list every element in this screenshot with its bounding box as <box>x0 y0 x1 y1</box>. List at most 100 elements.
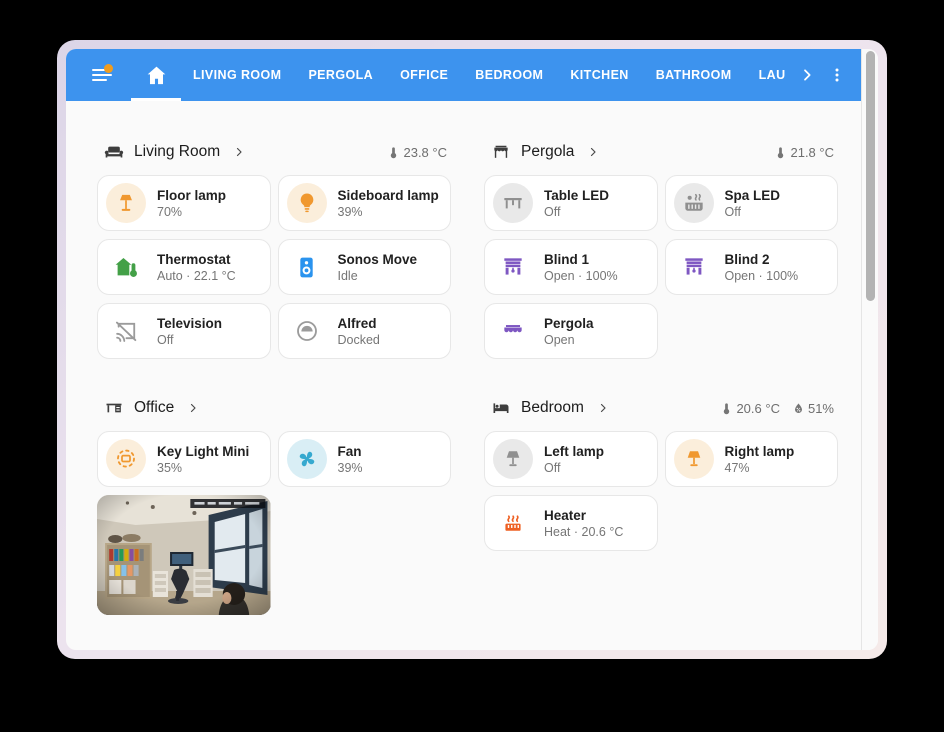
floor-lamp-icon[interactable] <box>106 183 146 223</box>
entity-name: Table LED <box>544 187 609 204</box>
sofa-icon <box>104 142 124 162</box>
tab-bathroom[interactable]: BATHROOM <box>656 68 732 82</box>
section-living-room: Living Room 23.8 °C <box>97 139 451 359</box>
dashboard-content: Living Room 23.8 °C <box>66 101 862 650</box>
tile-fan[interactable]: Fan39% <box>278 431 452 487</box>
sidebar-menu-icon[interactable] <box>92 64 114 86</box>
thermometer-icon <box>720 402 733 415</box>
tab-laundry-truncated[interactable]: LAU <box>759 68 786 82</box>
chevron-right-icon <box>587 146 599 158</box>
tab-bedroom[interactable]: BEDROOM <box>475 68 543 82</box>
tv-off-icon[interactable] <box>106 311 146 351</box>
section-header-pergola[interactable]: Pergola 21.8 °C <box>484 139 838 165</box>
tile-right-lamp[interactable]: Right lamp47% <box>665 431 839 487</box>
tile-television[interactable]: TelevisionOff <box>97 303 271 359</box>
tab-home-active[interactable] <box>131 49 181 101</box>
tab-living-room[interactable]: LIVING ROOM <box>193 68 281 82</box>
entity-status: Off <box>725 204 781 220</box>
tile-blind-2[interactable]: Blind 2Open · 100% <box>665 239 839 295</box>
entity-status: Idle <box>338 268 418 284</box>
office-camera-feed[interactable] <box>97 495 271 615</box>
tile-sideboard-lamp[interactable]: Sideboard lamp39% <box>278 175 452 231</box>
entity-status: Off <box>157 332 222 348</box>
notification-badge <box>104 64 113 73</box>
entity-name: Key Light Mini <box>157 443 249 460</box>
tile-blind-1[interactable]: Blind 1Open · 100% <box>484 239 658 295</box>
tile-sonos-move[interactable]: Sonos MoveIdle <box>278 239 452 295</box>
overflow-menu-icon[interactable] <box>820 58 854 92</box>
tab-office[interactable]: OFFICE <box>400 68 448 82</box>
tabs-scroll-right-icon[interactable] <box>799 67 815 83</box>
temperature-reading: 20.6 °C <box>720 401 780 416</box>
entity-name: Sonos Move <box>338 251 418 268</box>
section-pergola: Pergola 21.8 °C <box>484 139 838 359</box>
entity-status: Off <box>544 204 609 220</box>
view-tabs: LIVING ROOM PERGOLA OFFICE BEDROOM KITCH… <box>193 67 815 83</box>
tile-alfred-vacuum[interactable]: AlfredDocked <box>278 303 452 359</box>
radiator-icon[interactable] <box>493 503 533 543</box>
humidity-reading: 51% <box>792 401 834 416</box>
entity-name: Heater <box>544 507 623 524</box>
robot-vacuum-icon[interactable] <box>287 311 327 351</box>
tile-left-lamp[interactable]: Left lampOff <box>484 431 658 487</box>
entity-name: Sideboard lamp <box>338 187 439 204</box>
tile-pergola-cover[interactable]: PergolaOpen <box>484 303 658 359</box>
chevron-right-icon <box>187 402 199 414</box>
home-icon <box>145 64 168 87</box>
section-title: Living Room <box>134 143 220 161</box>
entity-name: Alfred <box>338 315 380 332</box>
scrollbar-track <box>861 49 878 650</box>
entity-status: 70% <box>157 204 226 220</box>
tile-key-light-mini[interactable]: Key Light Mini35% <box>97 431 271 487</box>
entity-name: Blind 1 <box>544 251 618 268</box>
entity-name: Television <box>157 315 222 332</box>
tile-floor-lamp[interactable]: Floor lamp70% <box>97 175 271 231</box>
entity-name: Pergola <box>544 315 594 332</box>
section-header-office[interactable]: Office <box>97 395 451 421</box>
entity-status: Docked <box>338 332 380 348</box>
entity-status: Open · 100% <box>725 268 799 284</box>
speaker-icon[interactable] <box>287 247 327 287</box>
entity-status: Off <box>544 460 604 476</box>
section-title: Office <box>134 399 174 417</box>
entity-status: 39% <box>338 460 363 476</box>
tile-thermostat[interactable]: ThermostatAuto · 22.1 °C <box>97 239 271 295</box>
section-header-bedroom[interactable]: Bedroom 20.6 °C <box>484 395 838 421</box>
led-panel-icon[interactable] <box>106 439 146 479</box>
camera-snapshot-image <box>97 495 271 615</box>
app-header: LIVING ROOM PERGOLA OFFICE BEDROOM KITCH… <box>66 49 862 101</box>
blinds-icon[interactable] <box>674 247 714 287</box>
section-bedroom: Bedroom 20.6 °C <box>484 395 838 615</box>
thermometer-icon <box>387 146 400 159</box>
scrollbar-thumb[interactable] <box>866 51 875 301</box>
bedside-lamp-icon[interactable] <box>493 439 533 479</box>
entity-status: Auto · 22.1 °C <box>157 268 236 284</box>
section-office: Office Key Light Mini35% <box>97 395 451 615</box>
entity-name: Fan <box>338 443 363 460</box>
fan-icon[interactable] <box>287 439 327 479</box>
entity-name: Left lamp <box>544 443 604 460</box>
awning-icon <box>491 142 511 162</box>
app-window-frame: LIVING ROOM PERGOLA OFFICE BEDROOM KITCH… <box>57 40 887 659</box>
awning-icon[interactable] <box>493 311 533 351</box>
tile-heater[interactable]: HeaterHeat · 20.6 °C <box>484 495 658 551</box>
bedside-lamp-icon[interactable] <box>674 439 714 479</box>
entity-status: 47% <box>725 460 795 476</box>
entity-name: Spa LED <box>725 187 781 204</box>
home-thermometer-icon[interactable] <box>106 247 146 287</box>
lightbulb-icon[interactable] <box>287 183 327 223</box>
section-header-living-room[interactable]: Living Room 23.8 °C <box>97 139 451 165</box>
tile-table-led[interactable]: Table LEDOff <box>484 175 658 231</box>
tab-kitchen[interactable]: KITCHEN <box>570 68 628 82</box>
section-title: Pergola <box>521 143 574 161</box>
section-title: Bedroom <box>521 399 584 417</box>
entity-name: Blind 2 <box>725 251 799 268</box>
humidity-icon <box>792 402 805 415</box>
tile-spa-led[interactable]: Spa LEDOff <box>665 175 839 231</box>
blinds-icon[interactable] <box>493 247 533 287</box>
tab-pergola[interactable]: PERGOLA <box>308 68 373 82</box>
temperature-reading: 21.8 °C <box>774 145 834 160</box>
hot-tub-icon[interactable] <box>674 183 714 223</box>
entity-status: 35% <box>157 460 249 476</box>
table-furniture-icon[interactable] <box>493 183 533 223</box>
